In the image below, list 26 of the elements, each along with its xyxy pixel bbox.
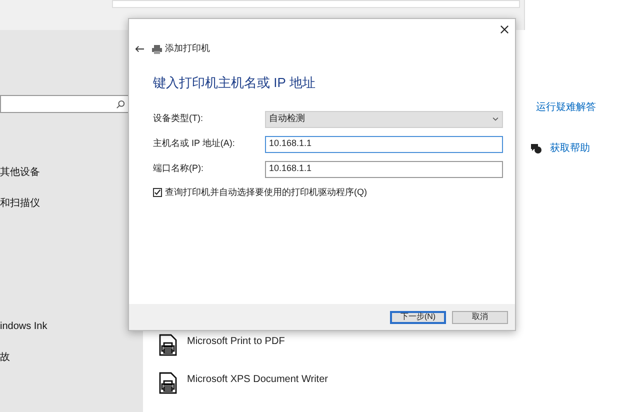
printer-icon: [159, 334, 177, 356]
dialog-button[interactable]: 下一步(N): [390, 310, 446, 324]
printer-icon: [159, 372, 177, 394]
input-field[interactable]: 10.168.1.1: [265, 160, 503, 178]
field-label: 端口名称(P):: [153, 162, 204, 176]
search-field[interactable]: [0, 95, 130, 113]
help-link[interactable]: 获取帮助: [550, 141, 590, 156]
printer-name[interactable]: Microsoft Print to PDF: [187, 334, 285, 349]
troubleshoot-link[interactable]: 运行疑难解答: [536, 100, 640, 115]
checkbox-label: 查询打印机并自动选择要使用的打印机驱动程序(Q): [165, 186, 367, 199]
chevron-down-icon: [492, 117, 499, 121]
device-type-dropdown[interactable]: 自动检测: [265, 110, 503, 128]
checkmark-icon: [154, 188, 161, 196]
search-icon: [116, 100, 125, 108]
dialog-title: 添加打印机: [165, 42, 210, 56]
dialog-button[interactable]: 取消: [452, 310, 508, 324]
checkbox[interactable]: [153, 188, 162, 197]
printer-name[interactable]: Microsoft XPS Document Writer: [187, 372, 328, 387]
field-label: 设备类型(T):: [153, 112, 204, 126]
field-label: 主机名或 IP 地址(A):: [153, 137, 236, 150]
close-icon[interactable]: [500, 25, 509, 34]
back-arrow-icon[interactable]: [135, 45, 144, 53]
dialog-heading: 键入打印机主机名或 IP 地址: [153, 74, 316, 92]
sidebar-item[interactable]: 故: [0, 350, 143, 365]
input-field[interactable]: 10.168.1.1: [265, 136, 503, 152]
printer-icon: [152, 44, 162, 54]
